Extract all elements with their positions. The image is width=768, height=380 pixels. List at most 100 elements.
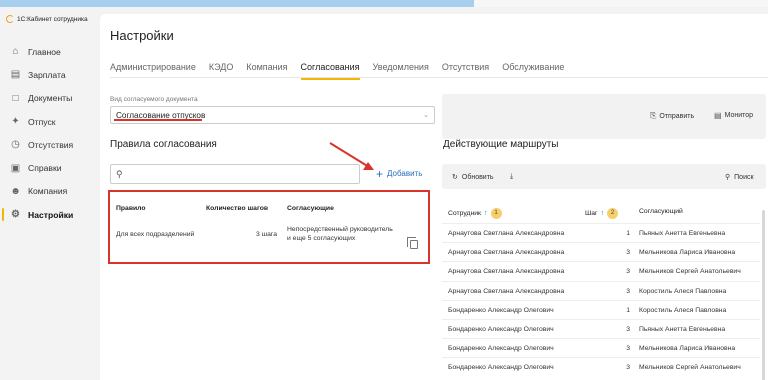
refresh-button[interactable]: ↻ Обновить [452, 173, 494, 182]
cell-employee: Арнаутова Светлана Александровна [448, 230, 565, 237]
table-row[interactable]: Арнаутова Светлана Александровна 3 Мельн… [442, 261, 760, 280]
sort-order-badge: 1 [490, 208, 502, 219]
sidebar-item-label: Настройки [28, 209, 74, 220]
col-step[interactable]: Шаг ↑ 2 [585, 208, 618, 219]
routes-toolbar: ↻ Обновить ⤓ ⚲ Поиск [442, 164, 766, 189]
table-row[interactable]: Арнаутова Светлана Александровна 1 Пьяны… [442, 223, 760, 242]
cell-step: 3 [626, 268, 630, 276]
cell-employee: Арнаутова Светлана Александровна [448, 287, 565, 295]
tab-label: Обслуживание [502, 62, 565, 72]
sidebar-nav: ⌂ Главное ▤ Зарплата □ Документы ✦ Отпус… [0, 40, 100, 226]
rule-name[interactable]: Для всех подразделений [116, 230, 194, 239]
refresh-icon: ↻ [452, 174, 458, 181]
sidebar-item-documents[interactable]: □ Документы [0, 87, 100, 110]
salary-icon: ▤ [10, 69, 21, 81]
certificate-icon: ▣ [10, 162, 21, 174]
sidebar-item-label: Документы [28, 93, 73, 104]
page-title: Настройки [110, 28, 174, 43]
rules-title: Правила согласования [110, 139, 217, 150]
monitor-button[interactable]: ▤ Монитор [714, 111, 753, 120]
send-button[interactable]: ⎘ Отправить [650, 111, 694, 121]
company-icon: ☻ [10, 185, 21, 197]
app-name: 1С:Кабинет сотрудника [17, 15, 88, 23]
top-strip-right [474, 0, 768, 7]
sidebar-item-vacation[interactable]: ✦ Отпуск [0, 110, 100, 133]
cell-approver: Мельникова Лариса Ивановна [639, 249, 736, 257]
cell-approver: Коростиль Алеся Павловна [639, 287, 727, 295]
tab-label: Компания [246, 62, 288, 72]
tab-label: Уведомления [372, 62, 429, 72]
monitor-label: Монитор [724, 112, 754, 119]
table-row[interactable]: Бондаренко Александр Олегович 1 Коростил… [442, 299, 760, 319]
refresh-label: Обновить [461, 173, 494, 181]
send-label: Отправить [659, 112, 695, 120]
cell-employee: Бондаренко Александр Олегович [448, 325, 554, 333]
cell-approver: Мельников Сергей Анатольевич [639, 364, 741, 372]
monitor-icon: ▤ [714, 111, 722, 120]
table-row[interactable]: Бондаренко Александр Олегович 3 Мельнико… [442, 357, 760, 376]
vacation-icon: ✦ [11, 116, 20, 128]
rules-header-rule: Правило [116, 205, 146, 212]
tabs-divider [110, 77, 768, 78]
rule-approvers-line1: Непосредственный руководитель [287, 226, 393, 233]
sidebar-item-label: Отсутствия [28, 139, 74, 150]
col-employee-label: Сотрудник [448, 210, 482, 217]
copy-icon[interactable] [407, 237, 418, 249]
main-content: Настройки Администрирование КЭДО Компани… [100, 14, 768, 380]
search-icon: ⚲ [725, 174, 731, 181]
highlight-underline [114, 119, 202, 121]
chevron-down-icon: ⌄ [423, 112, 429, 119]
add-rule-button[interactable]: + Добавить [376, 168, 423, 180]
app-logo[interactable]: 1С:Кабинет сотрудника [6, 15, 88, 23]
sidebar-item-label: Главное [28, 46, 61, 57]
logo-icon [6, 15, 14, 23]
sidebar-item-absence[interactable]: ◷ Отсутствия [0, 133, 100, 156]
sidebar-item-label: Зарплата [28, 69, 66, 80]
cell-step: 3 [626, 249, 630, 257]
rule-approvers-line2: и еще 5 согласующих [287, 235, 356, 242]
table-row[interactable]: Арнаутова Светлана Александровна 3 Мельн… [442, 242, 760, 261]
routes-title: Действующие маршруты [443, 139, 559, 150]
sidebar-item-salary[interactable]: ▤ Зарплата [0, 63, 100, 86]
sidebar-item-certificates[interactable]: ▣ Справки [0, 156, 100, 179]
routes-search-button[interactable]: ⚲ Поиск [725, 173, 754, 182]
table-row[interactable]: Арнаутова Светлана Александровна 3 Корос… [442, 280, 760, 300]
cell-employee: Бондаренко Александр Олегович [448, 364, 554, 372]
table-row[interactable]: Бондаренко Александр Олегович 3 Мельнико… [442, 338, 760, 357]
routes-scrollbar[interactable] [762, 210, 765, 380]
rules-header-approvers: Согласующие [287, 205, 334, 212]
cell-employee: Бондаренко Александр Олегович [448, 345, 554, 353]
send-icon: ⎘ [650, 111, 657, 120]
tab-label: КЭДО [208, 62, 234, 72]
table-row[interactable]: Бондаренко Александр Олегович 3 Пьяных А… [442, 318, 760, 338]
add-label: Добавить [387, 169, 423, 178]
cell-step: 1 [626, 306, 630, 314]
cell-approver: Пьяных Анетта Евгеньевна [639, 325, 726, 333]
sidebar-item-label: Справки [28, 163, 62, 174]
sort-up-icon: ↑ [484, 210, 488, 217]
col-step-label: Шаг [585, 210, 598, 217]
col-approver[interactable]: Согласующий [639, 208, 683, 215]
cell-employee: Бондаренко Александр Олегович [448, 306, 554, 314]
sidebar-item-label: Отпуск [28, 116, 56, 127]
routes-table-header: Сотрудник ↑ 1 Шаг ↑ 2 Согласующий [442, 198, 760, 223]
cell-step: 3 [626, 325, 630, 333]
sidebar-item-home[interactable]: ⌂ Главное [0, 40, 100, 63]
cell-step: 3 [626, 364, 630, 372]
tab-label: Администрирование [110, 62, 196, 72]
col-approver-label: Согласующий [639, 208, 683, 215]
cell-approver: Мельникова Лариса Ивановна [639, 345, 736, 353]
sidebar-item-company[interactable]: ☻ Компания [0, 180, 100, 203]
download-button[interactable]: ⤓ [510, 173, 513, 181]
col-employee[interactable]: Сотрудник ↑ 1 [448, 208, 502, 219]
sidebar-item-label: Компания [28, 186, 68, 197]
search-icon: ⚲ [116, 169, 123, 179]
sidebar-item-settings[interactable]: ⚙ Настройки [0, 203, 100, 226]
sort-order-badge: 2 [607, 208, 618, 219]
cell-step: 1 [626, 230, 630, 237]
download-icon: ⤓ [510, 173, 514, 180]
doc-type-select[interactable]: Согласование отпусков ⌄ [110, 106, 435, 124]
cell-approver: Коростиль Алеся Павловна [639, 306, 727, 314]
rules-search-input[interactable]: ⚲ [110, 164, 360, 184]
routes-table: Сотрудник ↑ 1 Шаг ↑ 2 Согласующий Арнаут… [442, 198, 760, 377]
